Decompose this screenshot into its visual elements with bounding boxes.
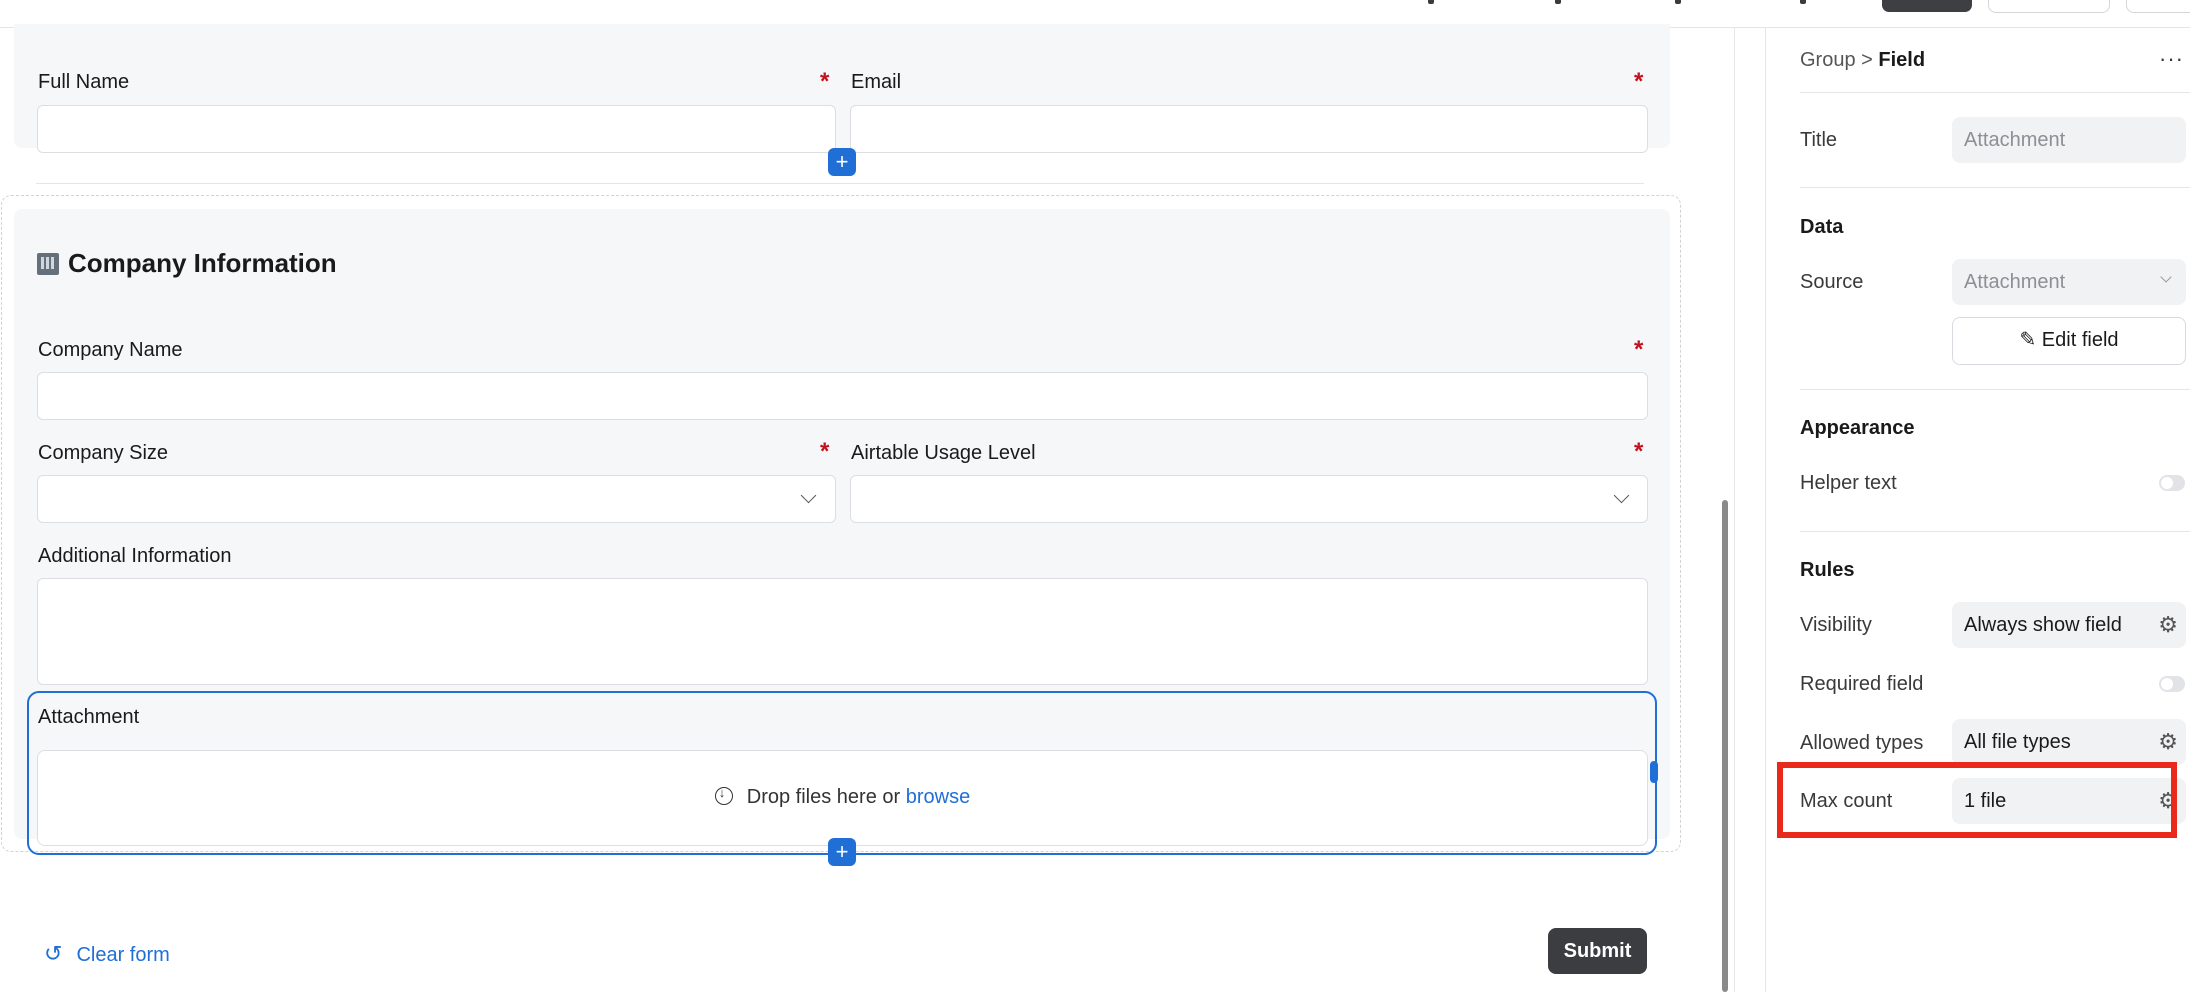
rules-heading: Rules (1800, 559, 1855, 581)
browse-link[interactable]: browse (906, 786, 970, 808)
download-circle-icon (714, 785, 733, 805)
toolbar-item[interactable] (1555, 0, 1561, 4)
chevron-down-icon (1613, 487, 1630, 504)
visibility-value: Always show field (1964, 614, 2122, 636)
required-field-toggle[interactable] (2159, 676, 2185, 692)
required-marker: * (820, 438, 830, 465)
required-marker: * (1634, 336, 1644, 363)
allowed-types-label: Allowed types (1800, 732, 1924, 754)
divider (1800, 92, 2190, 93)
toolbar-item[interactable] (1675, 0, 1681, 4)
toolbar-button[interactable] (2126, 0, 2190, 13)
add-field-button[interactable]: + (828, 148, 856, 176)
add-field-button[interactable]: + (828, 838, 856, 866)
company-name-input[interactable] (37, 372, 1648, 420)
resize-handle[interactable] (1650, 761, 1658, 783)
required-field-label: Required field (1800, 673, 1924, 695)
gear-icon[interactable]: ⚙ (2158, 602, 2178, 648)
breadcrumb-field: Field (1878, 49, 1926, 71)
clear-form-button[interactable]: ↺ Clear form (44, 941, 170, 967)
required-marker: * (1634, 438, 1644, 465)
clear-form-label: Clear form (76, 944, 170, 966)
pencil-icon: ✎ (2019, 329, 2037, 351)
chevron-down-icon (800, 487, 817, 504)
helper-text-toggle[interactable] (2159, 475, 2185, 491)
divider (1800, 531, 2190, 532)
visibility-select[interactable]: Always show field ⚙ (1952, 602, 2186, 648)
file-drop-zone[interactable]: Drop files here or browse (37, 750, 1648, 846)
toolbar-item[interactable] (1428, 0, 1434, 4)
highlight-box (1777, 762, 2177, 838)
required-marker: * (820, 68, 830, 95)
attachment-label: Attachment (38, 706, 140, 728)
usage-level-select[interactable] (850, 475, 1648, 523)
additional-info-textarea[interactable] (37, 578, 1648, 685)
data-heading: Data (1800, 216, 1844, 238)
publish-button[interactable] (1882, 0, 1972, 12)
allowed-types-select[interactable]: All file types ⚙ (1952, 719, 2186, 765)
toolbar-button[interactable] (1988, 0, 2110, 13)
source-value: Attachment (1964, 271, 2066, 293)
email-label: Email (851, 71, 902, 93)
visibility-label: Visibility (1800, 614, 1872, 636)
full-name-input[interactable] (37, 105, 836, 153)
source-label: Source (1800, 271, 1864, 293)
drop-instruction: Drop files here or (746, 786, 901, 808)
title-input[interactable]: Attachment (1952, 117, 2186, 163)
title-label: Title (1800, 129, 1838, 151)
additional-info-label: Additional Information (38, 545, 232, 567)
source-select[interactable]: Attachment (1952, 259, 2186, 305)
more-options-icon[interactable]: ··· (2159, 46, 2184, 72)
company-size-label: Company Size (38, 442, 169, 464)
breadcrumb-separator: > (1861, 49, 1873, 71)
allowed-types-value: All file types (1964, 731, 2071, 753)
building-icon (37, 253, 59, 275)
divider (36, 183, 1644, 184)
required-marker: * (1634, 68, 1644, 95)
divider (1800, 389, 2190, 390)
drop-text: Drop files here or browse (38, 785, 1647, 809)
divider (1800, 187, 2190, 188)
chevron-down-icon (2160, 271, 2172, 283)
full-name-label: Full Name (38, 71, 130, 93)
email-input[interactable] (850, 105, 1648, 153)
company-size-select[interactable] (37, 475, 836, 523)
properties-panel (1765, 28, 2190, 992)
edit-field-label: Edit field (2041, 329, 2119, 351)
appearance-heading: Appearance (1800, 417, 1915, 439)
toolbar-item[interactable] (1800, 0, 1806, 4)
section-title: Company Information (68, 248, 337, 278)
submit-button[interactable]: Submit (1548, 928, 1647, 974)
breadcrumb-group[interactable]: Group (1800, 49, 1856, 71)
gear-icon[interactable]: ⚙ (2158, 719, 2178, 765)
reset-icon: ↺ (44, 941, 63, 966)
helper-text-label: Helper text (1800, 472, 1897, 494)
usage-level-label: Airtable Usage Level (851, 442, 1036, 464)
breadcrumb: Group > Field (1800, 49, 1925, 72)
scrollbar-thumb[interactable] (1722, 500, 1728, 992)
company-name-label: Company Name (38, 339, 183, 361)
edit-field-button[interactable]: ✎ Edit field (1952, 317, 2186, 365)
